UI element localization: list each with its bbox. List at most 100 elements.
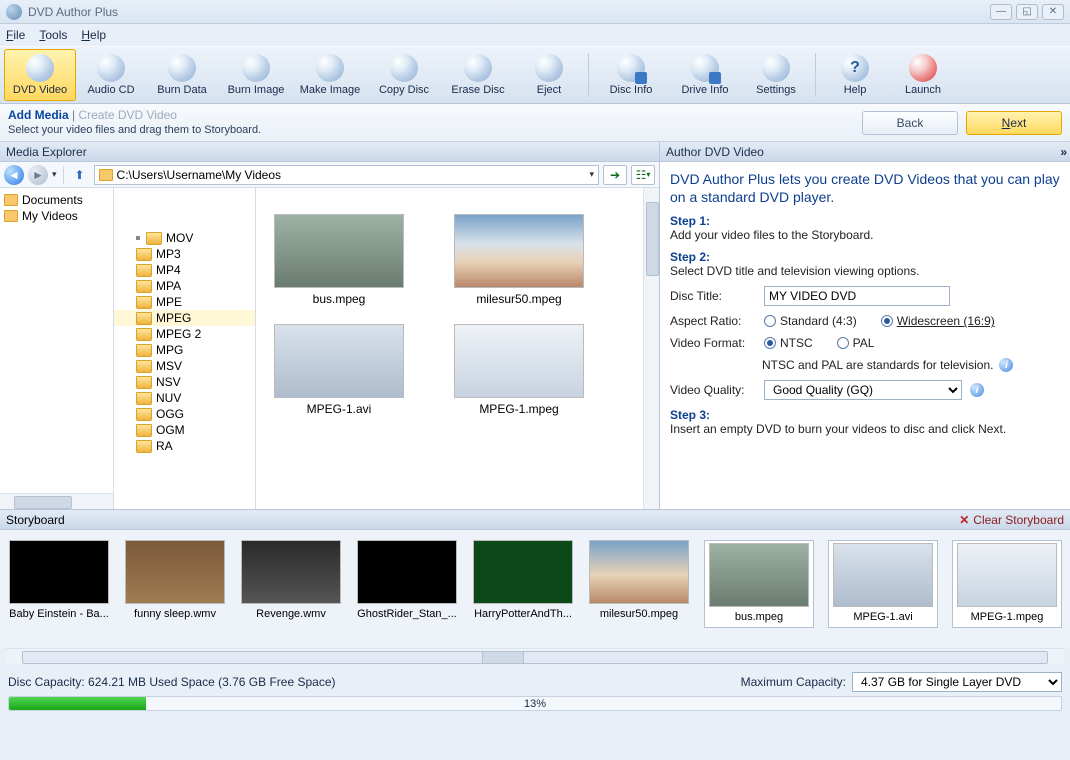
- media-thumb[interactable]: MPEG-1.avi: [264, 324, 414, 416]
- tool-disc-info[interactable]: Disc Info: [595, 49, 667, 101]
- ntsc-radio[interactable]: NTSC: [764, 336, 813, 350]
- disc-title-label: Disc Title:: [670, 289, 756, 303]
- storyboard-thumb: [473, 540, 573, 604]
- clear-storyboard-button[interactable]: ✕Clear Storyboard: [959, 513, 1064, 527]
- burn-image-icon: [242, 54, 270, 82]
- storyboard-item[interactable]: Baby Einstein - Ba...: [8, 540, 110, 620]
- storyboard-h-scrollbar[interactable]: [6, 648, 1064, 664]
- tool-erase-disc[interactable]: Erase Disc: [442, 49, 514, 101]
- root-item[interactable]: My Videos: [4, 208, 109, 224]
- tool-dvd-video[interactable]: DVD Video: [4, 49, 76, 101]
- storyboard-strip[interactable]: Baby Einstein - Ba...funny sleep.wmvReve…: [0, 530, 1070, 648]
- disc-title-input[interactable]: [764, 286, 950, 306]
- storyboard-item[interactable]: HarryPotterAndTh...: [472, 540, 574, 620]
- media-thumb[interactable]: bus.mpeg: [264, 214, 414, 306]
- author-panel: Author DVD Video » DVD Author Plus lets …: [660, 142, 1070, 509]
- tool-make-image[interactable]: Make Image: [294, 49, 366, 101]
- disc-capacity-text: Disc Capacity: 624.21 MB Used Space (3.7…: [8, 675, 336, 689]
- storyboard-thumb: [241, 540, 341, 604]
- media-explorer-header: Media Explorer: [0, 142, 659, 162]
- nav-history-dropdown[interactable]: ▾: [52, 169, 57, 180]
- subtree-item[interactable]: MPG: [114, 342, 255, 358]
- storyboard-item[interactable]: MPEG-1.avi: [828, 540, 938, 628]
- address-dropdown-icon[interactable]: ▾: [589, 169, 594, 180]
- tool-burn-image[interactable]: Burn Image: [220, 49, 292, 101]
- aspect-standard-radio[interactable]: Standard (4:3): [764, 314, 857, 328]
- subtree-item[interactable]: MP3: [114, 246, 255, 262]
- max-capacity-select[interactable]: 4.37 GB for Single Layer DVD: [852, 672, 1062, 692]
- nav-up-icon[interactable]: ⬆: [70, 165, 90, 185]
- storyboard-item[interactable]: funny sleep.wmv: [124, 540, 226, 620]
- folder-icon: [136, 392, 152, 405]
- menu-file[interactable]: File: [6, 28, 25, 42]
- close-button[interactable]: ✕: [1042, 4, 1064, 20]
- storyboard-item[interactable]: GhostRider_Stan_...: [356, 540, 458, 620]
- menu-bar: File Tools Help: [0, 24, 1070, 46]
- tool-launch[interactable]: Launch: [890, 49, 956, 101]
- collapse-icon[interactable]: »: [1060, 145, 1064, 159]
- pal-label: PAL: [853, 336, 875, 350]
- subtree-item[interactable]: MPEG 2: [114, 326, 255, 342]
- tool-drive-info[interactable]: Drive Info: [669, 49, 741, 101]
- tool-label: Eject: [537, 84, 561, 96]
- tree-h-scrollbar[interactable]: [0, 493, 113, 509]
- storyboard-item[interactable]: milesur50.mpeg: [588, 540, 690, 620]
- menu-tools[interactable]: Tools: [39, 28, 67, 42]
- next-button[interactable]: Next: [966, 111, 1062, 135]
- subtree-item[interactable]: MPEG: [114, 310, 255, 326]
- title-bar: DVD Author Plus — ◱ ✕: [0, 0, 1070, 24]
- media-thumb[interactable]: milesur50.mpeg: [444, 214, 594, 306]
- menu-help[interactable]: Help: [81, 28, 106, 42]
- go-button[interactable]: ➔: [603, 165, 627, 185]
- root-item[interactable]: Documents: [4, 192, 109, 208]
- tool-help[interactable]: Help: [822, 49, 888, 101]
- nav-forward-icon[interactable]: ►: [28, 165, 48, 185]
- media-thumb[interactable]: MPEG-1.mpeg: [444, 324, 594, 416]
- tool-audio-cd[interactable]: Audio CD: [78, 49, 144, 101]
- dvd-video-icon: [26, 54, 54, 82]
- tool-copy-disc[interactable]: Copy Disc: [368, 49, 440, 101]
- pal-radio[interactable]: PAL: [837, 336, 875, 350]
- app-icon: [6, 4, 22, 20]
- aspect-widescreen-radio[interactable]: Widescreen (16:9): [881, 314, 995, 328]
- tool-settings[interactable]: Settings: [743, 49, 809, 101]
- subtree-item[interactable]: MOV: [114, 230, 255, 246]
- subtree-item[interactable]: RA: [114, 438, 255, 454]
- tool-label: Help: [844, 84, 867, 96]
- back-button[interactable]: Back: [862, 111, 958, 135]
- nav-back-icon[interactable]: ◄: [4, 165, 24, 185]
- minimize-button[interactable]: —: [990, 4, 1012, 20]
- storyboard-title: Storyboard: [6, 513, 65, 527]
- subtree-item[interactable]: MSV: [114, 358, 255, 374]
- view-mode-button[interactable]: ☷▾: [631, 165, 655, 185]
- subtree-item[interactable]: OGG: [114, 406, 255, 422]
- maximize-button[interactable]: ◱: [1016, 4, 1038, 20]
- subtree-item[interactable]: NUV: [114, 390, 255, 406]
- thumbnail-v-scrollbar[interactable]: [643, 188, 659, 509]
- subtree-label: NSV: [156, 375, 181, 389]
- copy-disc-icon: [390, 54, 418, 82]
- subtree-item[interactable]: NSV: [114, 374, 255, 390]
- stage-primary: Add Media: [8, 108, 69, 122]
- storyboard-item[interactable]: bus.mpeg: [704, 540, 814, 628]
- subtree-item[interactable]: MP4: [114, 262, 255, 278]
- storyboard-item[interactable]: MPEG-1.mpeg: [952, 540, 1062, 628]
- separator: [815, 53, 816, 97]
- subtree-item[interactable]: MPA: [114, 278, 255, 294]
- address-bar[interactable]: C:\Users\Username\My Videos ▾: [94, 165, 599, 185]
- storyboard-thumb: [357, 540, 457, 604]
- root-tree: DocumentsMy Videos: [0, 188, 114, 509]
- thumb-caption: milesur50.mpeg: [476, 292, 561, 306]
- tool-burn-data[interactable]: Burn Data: [146, 49, 218, 101]
- subtree-item[interactable]: MPE: [114, 294, 255, 310]
- video-quality-select[interactable]: Good Quality (GQ): [764, 380, 962, 400]
- storyboard-item[interactable]: Revenge.wmv: [240, 540, 342, 620]
- info-icon[interactable]: i: [970, 383, 984, 397]
- subtree-item[interactable]: OGM: [114, 422, 255, 438]
- tool-eject[interactable]: Eject: [516, 49, 582, 101]
- info-icon[interactable]: i: [999, 358, 1013, 372]
- folder-icon: [136, 376, 152, 389]
- tool-label: Copy Disc: [379, 84, 429, 96]
- subtree-label: MPEG: [156, 311, 191, 325]
- thumbnail-area: bus.mpeg milesur50.mpeg MPEG-1.avi MPEG-1.m…: [256, 188, 659, 509]
